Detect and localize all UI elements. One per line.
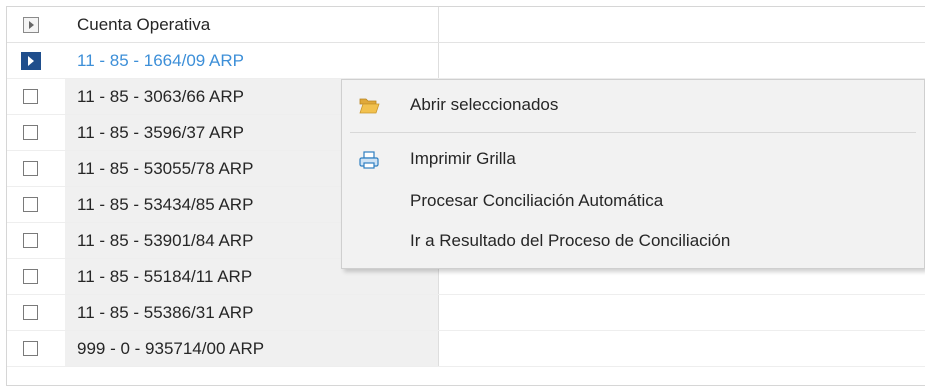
header-select-cell[interactable] [7,7,65,42]
row-checkbox[interactable] [23,233,38,248]
menu-item-label: Abrir seleccionados [410,95,559,114]
context-menu: Abrir seleccionados Imprimir Grilla Proc… [341,79,925,269]
row-checkbox[interactable] [23,89,38,104]
row-checkbox[interactable] [23,269,38,284]
menu-separator [350,132,916,133]
cuenta-label: 11 - 85 - 53434/85 ARP [77,195,254,214]
printer-icon [358,150,380,170]
row-selector-cell [7,331,65,366]
current-row-pointer-icon [21,52,41,70]
menu-item-resultado-conciliacion[interactable]: Ir a Resultado del Proceso de Conciliaci… [342,222,924,260]
menu-item-procesar-conciliacion[interactable]: Procesar Conciliación Automática [342,182,924,220]
cuenta-label: 11 - 85 - 55184/11 ARP [77,267,253,286]
column-header-label: Cuenta Operativa [77,15,211,34]
row-selector-cell [7,115,65,150]
menu-item-label: Imprimir Grilla [410,149,516,168]
row-checkbox[interactable] [23,341,38,356]
row-selector-cell [7,151,65,186]
cuenta-label: 11 - 85 - 3596/37 ARP [77,123,244,142]
folder-open-icon [358,96,380,116]
row-selector-cell [7,295,65,330]
table-row[interactable]: 11 - 85 - 1664/09 ARP [7,43,925,79]
table-row[interactable]: 999 - 0 - 935714/00 ARP [7,331,925,367]
cuenta-label: 11 - 85 - 3063/66 ARP [77,87,244,106]
cuenta-label: 11 - 85 - 1664/09 ARP [77,51,244,70]
cuenta-cell[interactable]: 11 - 85 - 1664/09 ARP [65,43,439,78]
row-selector-cell [7,223,65,258]
menu-item-abrir-seleccionados[interactable]: Abrir seleccionados [342,86,924,124]
row-selector-cell [7,187,65,222]
header-select-icon[interactable] [23,17,39,33]
row-checkbox[interactable] [23,305,38,320]
cuenta-label: 999 - 0 - 935714/00 ARP [77,339,265,358]
cuenta-label: 11 - 85 - 53055/78 ARP [77,159,254,178]
menu-item-label: Procesar Conciliación Automática [410,191,664,210]
cuenta-cell[interactable]: 11 - 85 - 55386/31 ARP [65,295,439,330]
row-checkbox[interactable] [23,125,38,140]
row-selector-cell [7,259,65,294]
table-row[interactable]: 11 - 85 - 55386/31 ARP [7,295,925,331]
row-checkbox[interactable] [23,161,38,176]
grid-header-row: Cuenta Operativa [7,7,925,43]
menu-item-imprimir-grilla[interactable]: Imprimir Grilla [342,140,924,178]
cuenta-label: 11 - 85 - 55386/31 ARP [77,303,254,322]
cuenta-label: 11 - 85 - 53901/84 ARP [77,231,254,250]
cuenta-cell[interactable]: 999 - 0 - 935714/00 ARP [65,331,439,366]
row-selector-cell[interactable] [7,43,65,78]
menu-item-label: Ir a Resultado del Proceso de Conciliaci… [410,231,731,250]
column-header-cuenta-operativa[interactable]: Cuenta Operativa [65,7,439,42]
row-selector-cell [7,79,65,114]
row-checkbox[interactable] [23,197,38,212]
